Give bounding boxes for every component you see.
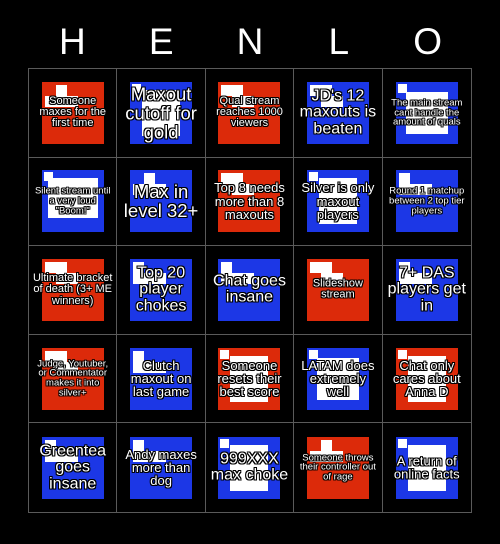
bingo-cell[interactable]: Top 8 needs more than 8 maxouts: [205, 157, 295, 247]
bingo-header: HENLO: [28, 14, 472, 68]
bingo-cell-label: Max in level 32+: [123, 181, 199, 222]
bingo-cell-label: LATAM does extremely well: [301, 357, 375, 400]
bingo-cell[interactable]: Clutch maxout on last game: [117, 334, 206, 424]
bingo-cell-label: Someone maxes for the first time: [39, 94, 107, 130]
bingo-cell[interactable]: Slideshow stream: [294, 246, 383, 335]
bingo-cell[interactable]: A return of online facts: [382, 423, 471, 512]
bingo-cell-label: Maxout cutoff for gold: [125, 83, 197, 143]
bingo-cell[interactable]: Chat goes insane: [205, 246, 295, 335]
bingo-cell[interactable]: Someone throws their controller out of r…: [294, 423, 383, 512]
bingo-cell[interactable]: The main stream cant handle the amount o…: [382, 69, 471, 158]
bingo-cell-label: Silver is only maxout players: [301, 180, 375, 223]
bingo-cell[interactable]: Silent stream until a very loud "Boom!": [29, 157, 118, 247]
bingo-cell[interactable]: Ultimate bracket of death (3+ ME winners…: [29, 246, 118, 335]
bingo-cell[interactable]: LATAM does extremely well: [294, 334, 383, 424]
bingo-cell-label: Silent stream until a very loud "Boom!": [34, 185, 111, 217]
bingo-cell[interactable]: 999XXX max choke: [205, 423, 295, 512]
tetromino-block: [309, 261, 321, 273]
bingo-cell[interactable]: Round 1 matchup between 2 top tier playe…: [382, 157, 471, 247]
bingo-cell[interactable]: Top 20 player chokes: [117, 246, 206, 335]
bingo-cell[interactable]: 7+ DAS players get in: [382, 246, 471, 335]
bingo-cell[interactable]: Qual stream reaches 1000 viewers: [205, 69, 295, 158]
bingo-cell-label: Clutch maxout on last game: [130, 357, 192, 400]
tetromino-block: [397, 438, 407, 448]
bingo-cell-label: Andy maxes more than dog: [125, 446, 197, 489]
tetromino-block: [320, 261, 332, 273]
bingo-cell-label: Chat only cares about Anna D: [392, 357, 461, 400]
bingo-cell[interactable]: Max in level 32+: [117, 157, 206, 247]
bingo-cell-label: JD's 12 maxouts is beaten: [299, 87, 377, 138]
bingo-cell-label: Slideshow stream: [312, 277, 363, 301]
bingo-cell-label: Round 1 matchup between 2 top tier playe…: [389, 185, 465, 217]
bingo-cell[interactable]: JD's 12 maxouts is beaten: [294, 69, 383, 158]
bingo-cell-label: A return of online facts: [393, 453, 460, 482]
bingo-cell-label: Ultimate bracket of death (3+ ME winners…: [32, 271, 113, 307]
bingo-grid: Someone maxes for the first time Maxout c…: [28, 68, 472, 513]
bingo-cell-label: Top 20 player chokes: [135, 264, 187, 315]
bingo-header-letter-1: E: [148, 20, 174, 62]
tetromino-block: [398, 173, 410, 185]
tetromino-block: [43, 172, 53, 182]
bingo-cell-label: Greentea goes insane: [39, 441, 107, 492]
tetromino-block: [220, 438, 230, 448]
bingo-card: H E N L O Someone maxes for the first time Ma…: [0, 0, 500, 544]
bingo-cell[interactable]: Chat only cares about Anna D: [382, 334, 471, 424]
bingo-cell-label: Qual stream reaches 1000 viewers: [216, 94, 283, 130]
bingo-cell[interactable]: Maxout cutoff for gold: [117, 69, 206, 158]
bingo-cell-label: Someone throws their controller out of r…: [299, 452, 376, 483]
bingo-cell-label: The main stream cant handle the amount o…: [391, 97, 463, 128]
bingo-header-letter-0: H: [59, 20, 86, 62]
bingo-cell[interactable]: Silver is only maxout players: [294, 157, 383, 247]
bingo-cell-label: Judge, Youtuber, or Commentator makes it…: [37, 358, 109, 399]
bingo-header-letter-3: L: [328, 20, 350, 62]
tetromino-block: [320, 439, 332, 451]
bingo-cell[interactable]: Someone maxes for the first time: [29, 69, 118, 158]
tetromino-block: [397, 83, 407, 93]
bingo-header-letter-2: N: [236, 20, 264, 62]
bingo-header-letter-4: O: [413, 20, 442, 62]
bingo-cell[interactable]: Someone resets their best score: [205, 334, 295, 424]
bingo-cell-label: 7+ DAS players get in: [387, 264, 466, 315]
bingo-cell[interactable]: Andy maxes more than dog: [117, 423, 206, 512]
bingo-cell-label: Someone resets their best score: [217, 357, 282, 400]
bingo-cell-label: Chat goes insane: [213, 272, 286, 306]
tetromino-block: [221, 261, 233, 273]
bingo-cell[interactable]: Judge, Youtuber, or Commentator makes it…: [29, 334, 118, 424]
bingo-cell-label: 999XXX max choke: [210, 450, 289, 484]
bingo-cell[interactable]: Greentea goes insane: [29, 423, 118, 512]
bingo-cell-label: Top 8 needs more than 8 maxouts: [214, 180, 285, 223]
